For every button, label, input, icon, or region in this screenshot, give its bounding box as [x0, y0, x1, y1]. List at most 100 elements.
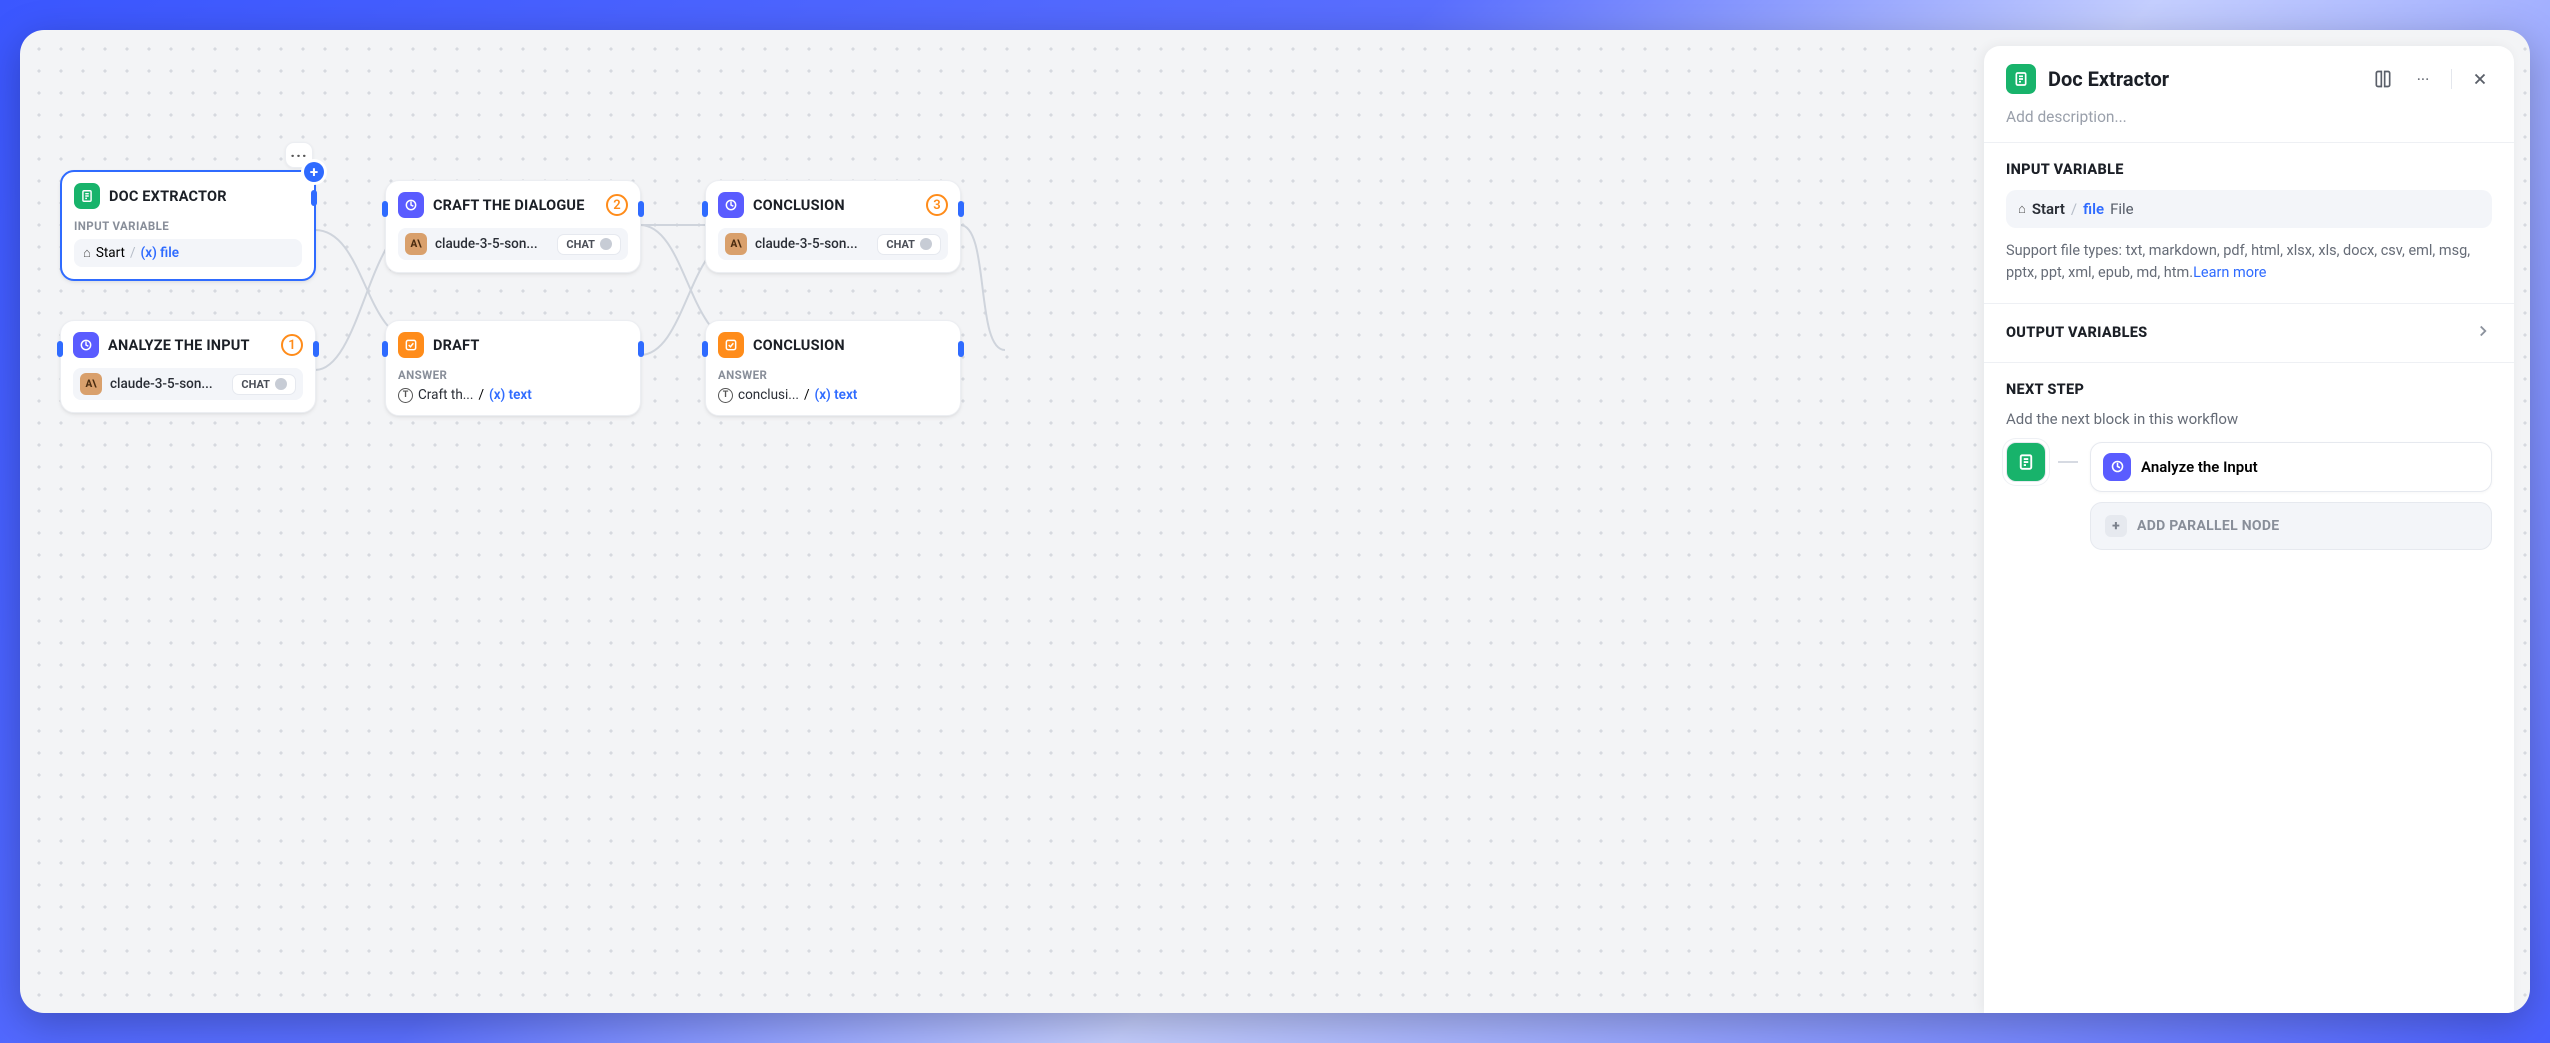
node-details-panel: Doc Extractor ··· Add description... INP…: [1984, 46, 2514, 1013]
section-title: OUTPUT VARIABLES: [2006, 324, 2147, 341]
answer-icon: [718, 332, 744, 358]
current-node-icon: [2006, 442, 2046, 482]
answer-variable-row[interactable]: T conclusi... / (x) text: [718, 387, 948, 403]
mode-chip: CHAT: [557, 234, 621, 255]
input-port[interactable]: [382, 341, 388, 357]
input-port[interactable]: [382, 201, 388, 217]
docs-button[interactable]: [2371, 67, 2395, 91]
panel-title: Doc Extractor: [2048, 67, 2169, 91]
eye-icon: [275, 378, 287, 390]
chevron-right-icon: [2474, 322, 2492, 344]
llm-icon: [398, 192, 424, 218]
app-frame: ··· + DOC EXTRACTOR INPUT VARIABLE ⌂ Sta…: [20, 30, 2530, 1013]
next-node-card[interactable]: Analyze the Input: [2090, 442, 2492, 492]
section-output-variables[interactable]: OUTPUT VARIABLES: [1984, 303, 2514, 362]
plus-icon: +: [2105, 515, 2127, 537]
node-conclusion-llm[interactable]: CONCLUSION 3 A\ claude-3-5-son... CHAT: [705, 180, 961, 273]
output-port[interactable]: [638, 201, 644, 217]
help-text: Support file types: txt, markdown, pdf, …: [2006, 240, 2492, 285]
step-number-badge: 2: [606, 194, 628, 216]
variable: (x) text: [489, 387, 532, 403]
llm-icon: [2103, 453, 2131, 481]
node-conclusion-answer[interactable]: CONCLUSION ANSWER T conclusi... / (x) te…: [705, 320, 961, 416]
node-craft-dialogue[interactable]: CRAFT THE DIALOGUE 2 A\ claude-3-5-son..…: [385, 180, 641, 273]
node-title: CONCLUSION: [753, 197, 845, 214]
output-port[interactable]: [638, 341, 644, 357]
node-title: ANALYZE THE INPUT: [108, 337, 250, 354]
output-port[interactable]: [311, 190, 317, 206]
add-branch-button[interactable]: +: [304, 162, 324, 182]
doc-extractor-icon: [2006, 64, 2036, 94]
close-button[interactable]: [2468, 67, 2492, 91]
model-name: claude-3-5-son...: [110, 376, 213, 392]
answer-ref: conclusi...: [738, 387, 799, 403]
separator: /: [804, 387, 810, 403]
output-port[interactable]: [958, 341, 964, 357]
node-draft[interactable]: DRAFT ANSWER T Craft th... / (x) text: [385, 320, 641, 416]
llm-icon: [718, 192, 744, 218]
var-key: file: [2083, 200, 2104, 218]
model-row[interactable]: A\ claude-3-5-son... CHAT: [718, 228, 948, 260]
panel-more-button[interactable]: ···: [2411, 67, 2435, 91]
anthropic-icon: A\: [725, 233, 747, 255]
node-title: DRAFT: [433, 337, 480, 354]
var-type: File: [2110, 200, 2134, 218]
llm-ref-icon: T: [398, 388, 413, 403]
separator: /: [130, 245, 136, 261]
section-next-step: NEXT STEP Add the next block in this wor…: [1984, 362, 2514, 568]
section-label: INPUT VARIABLE: [74, 219, 302, 233]
section-title: INPUT VARIABLE: [2006, 161, 2492, 178]
node-doc-extractor[interactable]: + DOC EXTRACTOR INPUT VARIABLE ⌂ Start /…: [60, 170, 316, 281]
model-row[interactable]: A\ claude-3-5-son... CHAT: [398, 228, 628, 260]
eye-icon: [600, 238, 612, 250]
output-port[interactable]: [313, 341, 319, 357]
model-name: claude-3-5-son...: [755, 236, 858, 252]
divider: [2451, 69, 2452, 89]
more-icon: ···: [290, 146, 307, 165]
input-port[interactable]: [57, 341, 63, 357]
next-node-label: Analyze the Input: [2141, 458, 2258, 476]
answer-icon: [398, 332, 424, 358]
node-analyze-input[interactable]: ANALYZE THE INPUT 1 A\ claude-3-5-son...…: [60, 320, 316, 413]
section-title: NEXT STEP: [2006, 381, 2492, 398]
answer-ref: Craft th...: [418, 387, 473, 403]
node-title: DOC EXTRACTOR: [109, 188, 227, 205]
input-port[interactable]: [702, 201, 708, 217]
answer-variable-row[interactable]: T Craft th... / (x) text: [398, 387, 628, 403]
node-title: CONCLUSION: [753, 337, 845, 354]
home-icon: ⌂: [2018, 201, 2026, 217]
section-label: ANSWER: [718, 368, 948, 382]
add-parallel-label: ADD PARALLEL NODE: [2137, 518, 2279, 534]
input-variable-pill[interactable]: ⌂ Start / (x) file: [74, 239, 302, 267]
step-number-badge: 3: [926, 194, 948, 216]
anthropic-icon: A\: [405, 233, 427, 255]
description-input[interactable]: Add description...: [1984, 108, 2514, 142]
mode-chip: CHAT: [877, 234, 941, 255]
section-subtext: Add the next block in this workflow: [2006, 410, 2492, 428]
var-start: Start: [2032, 200, 2065, 218]
llm-icon: [73, 332, 99, 358]
pill-variable: (x) file: [141, 245, 179, 261]
separator: /: [478, 387, 484, 403]
input-port[interactable]: [702, 341, 708, 357]
learn-more-link[interactable]: Learn more: [2193, 264, 2266, 281]
home-icon: ⌂: [83, 245, 91, 261]
more-icon: ···: [2417, 70, 2430, 89]
section-label: ANSWER: [398, 368, 628, 382]
connector-line: [2058, 461, 2078, 463]
input-variable-card[interactable]: ⌂ Start / file File: [2006, 190, 2492, 228]
eye-icon: [920, 238, 932, 250]
model-row[interactable]: A\ claude-3-5-son... CHAT: [73, 368, 303, 400]
model-name: claude-3-5-son...: [435, 236, 538, 252]
pill-start: Start: [96, 245, 125, 261]
add-parallel-node-button[interactable]: + ADD PARALLEL NODE: [2090, 502, 2492, 550]
separator: /: [2071, 200, 2077, 218]
step-number-badge: 1: [281, 334, 303, 356]
output-port[interactable]: [958, 201, 964, 217]
node-title: CRAFT THE DIALOGUE: [433, 197, 585, 214]
llm-ref-icon: T: [718, 388, 733, 403]
variable: (x) text: [815, 387, 858, 403]
section-input-variable: INPUT VARIABLE ⌂ Start / file File Suppo…: [1984, 142, 2514, 303]
doc-extractor-icon: [74, 183, 100, 209]
anthropic-icon: A\: [80, 373, 102, 395]
